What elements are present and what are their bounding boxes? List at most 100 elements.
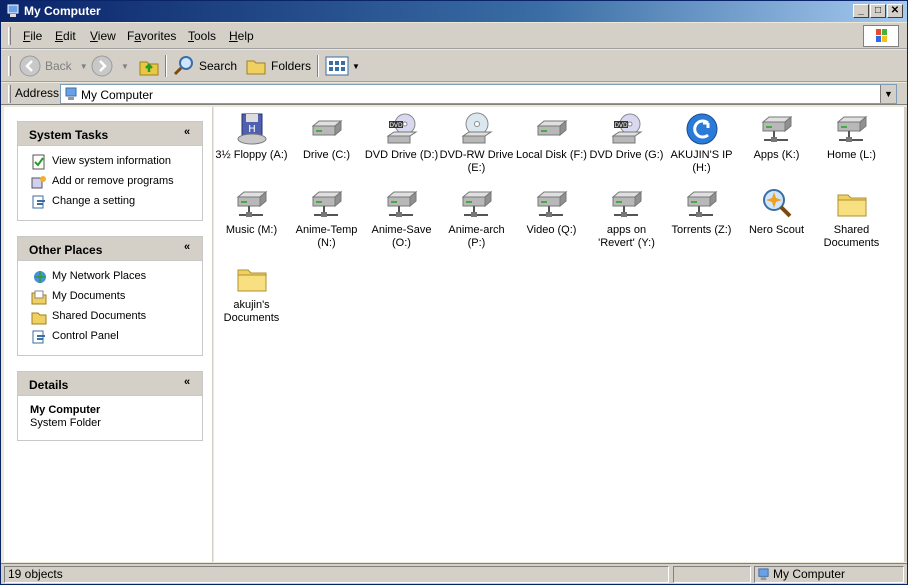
place-shared-documents[interactable]: Shared Documents	[18, 306, 202, 326]
status-bar: 19 objects My Computer	[1, 563, 907, 584]
network-drive-icon	[311, 190, 343, 217]
menu-favorites[interactable]: Favorites	[127, 29, 176, 43]
drive-item-label: DVD-RW Drive (E:)	[439, 149, 514, 174]
drive-item-label: apps on 'Revert' (Y:)	[598, 224, 655, 249]
toolbar-grip[interactable]	[8, 56, 11, 76]
drive-item[interactable]: apps on 'Revert' (Y:)	[589, 187, 664, 262]
explorer-window: My Computer _ □ ✕ File Edit View Favorit…	[0, 0, 908, 585]
details-panel: Details « My Computer System Folder	[17, 371, 203, 441]
drive-item[interactable]: Nero Scout	[739, 187, 814, 262]
network-drive-icon	[461, 190, 493, 217]
address-bar-grip[interactable]	[8, 85, 11, 103]
cd-drive-icon	[461, 112, 493, 144]
folder-icon	[837, 194, 867, 217]
task-pane: System Tasks « View system information A…	[4, 107, 213, 562]
place-my-documents[interactable]: My Documents	[18, 286, 202, 306]
control-panel-icon	[32, 330, 45, 344]
address-input[interactable]: My Computer ▼	[60, 84, 897, 104]
drive-item[interactable]: DVD DVD Drive (D:)	[364, 112, 439, 187]
minimize-button[interactable]: _	[853, 4, 869, 18]
drive-item[interactable]: Shared Documents	[814, 187, 889, 262]
menu-help[interactable]: Help	[229, 29, 254, 43]
windows-logo-icon	[863, 25, 899, 47]
network-places-icon	[34, 271, 46, 283]
content-edge	[904, 107, 907, 562]
drive-item[interactable]: Home (L:)	[814, 112, 889, 187]
drive-item-label: akujin's Documents	[223, 299, 280, 324]
network-drive-icon	[686, 190, 718, 217]
dvd-drive-icon: DVD	[611, 113, 643, 144]
views-button[interactable]: ▼	[325, 54, 360, 78]
drive-item[interactable]: Anime-Save (O:)	[364, 187, 439, 262]
drive-item[interactable]: Drive (C:)	[289, 112, 364, 187]
details-item-type: System Folder	[30, 417, 101, 429]
my-computer-icon	[65, 87, 77, 100]
title-bar[interactable]: My Computer _ □ ✕	[1, 1, 907, 22]
other-places-panel: Other Places « My Network Places My Docu…	[17, 236, 203, 356]
drive-item[interactable]: DVD-RW Drive (E:)	[439, 112, 514, 187]
address-dropdown-button[interactable]: ▼	[880, 85, 896, 103]
drive-item[interactable]: Local Disk (F:)	[514, 112, 589, 187]
drive-item-label: AKUJIN'S IP (H:)	[670, 149, 733, 174]
forward-dropdown-icon[interactable]: ▼	[121, 62, 129, 71]
drive-item[interactable]: Anime-arch (P:)	[439, 187, 514, 262]
forward-button[interactable]: ▼	[91, 54, 129, 78]
task-view-system-information[interactable]: View system information	[18, 151, 202, 171]
toolbar-separator	[317, 55, 319, 77]
system-tasks-header[interactable]: System Tasks «	[18, 122, 202, 146]
drive-item-label: DVD Drive (D:)	[364, 149, 439, 161]
drive-item-label: Torrents (Z:)	[671, 224, 732, 236]
place-control-panel[interactable]: Control Panel	[18, 326, 202, 346]
drive-item[interactable]: AKUJIN'S IP (H:)	[664, 112, 739, 187]
toolbar-separator	[165, 55, 167, 77]
drive-item[interactable]: akujin's Documents	[214, 262, 289, 337]
menu-view[interactable]: View	[90, 29, 116, 43]
menu-bar-grip[interactable]	[8, 27, 11, 45]
drive-item[interactable]: Apps (K:)	[739, 112, 814, 187]
network-drive-icon	[236, 190, 268, 217]
folder-icon	[31, 312, 47, 325]
address-label: Address	[15, 86, 60, 100]
drive-item[interactable]: DVD DVD Drive (G:)	[589, 112, 664, 187]
maximize-button[interactable]: □	[870, 4, 886, 18]
drive-item-label: Anime-arch (P:)	[448, 224, 505, 249]
dvd-drive-icon: DVD	[386, 113, 418, 144]
task-add-remove-programs[interactable]: Add or remove programs	[18, 171, 202, 191]
network-drive-icon	[536, 190, 568, 217]
address-bar: Address My Computer ▼	[1, 83, 907, 105]
drive-item[interactable]: H 3½ Floppy (A:)	[214, 112, 289, 187]
drive-list-view[interactable]: H 3½ Floppy (A:) Drive (C:) DVD DVD Drive (D…	[214, 107, 904, 562]
drive-item[interactable]: Torrents (Z:)	[664, 187, 739, 262]
menu-file[interactable]: File	[23, 29, 42, 43]
place-my-network-places[interactable]: My Network Places	[18, 266, 202, 286]
views-dropdown-icon[interactable]: ▼	[352, 62, 360, 71]
menu-edit[interactable]: Edit	[55, 29, 76, 43]
drive-item-label: Video (Q:)	[526, 224, 577, 236]
window-title: My Computer	[24, 4, 101, 18]
collapse-chevron-icon[interactable]: «	[180, 241, 194, 255]
back-button[interactable]: Back ▼	[19, 54, 88, 78]
drive-item-label: DVD Drive (G:)	[589, 149, 664, 161]
drive-item[interactable]: Music (M:)	[214, 187, 289, 262]
other-places-header[interactable]: Other Places «	[18, 237, 202, 261]
svg-text:DVD: DVD	[389, 122, 403, 129]
details-header[interactable]: Details «	[18, 372, 202, 396]
floppy-drive-icon: H	[237, 113, 267, 145]
task-change-setting[interactable]: Change a setting	[18, 191, 202, 211]
menu-bar: File Edit View Favorites Tools Help	[1, 23, 907, 49]
drive-item[interactable]: Anime-Temp (N:)	[289, 187, 364, 262]
collapse-chevron-icon[interactable]: «	[180, 126, 194, 140]
back-dropdown-icon[interactable]: ▼	[80, 62, 88, 71]
drive-item[interactable]: Video (Q:)	[514, 187, 589, 262]
menu-tools[interactable]: Tools	[188, 29, 216, 43]
folders-icon	[246, 60, 266, 75]
views-icon	[325, 56, 349, 76]
search-button[interactable]: Search	[173, 54, 237, 78]
folders-button[interactable]: Folders	[245, 54, 311, 78]
close-button[interactable]: ✕	[887, 4, 903, 18]
details-item-name: My Computer	[30, 404, 101, 416]
up-folder-button[interactable]	[138, 54, 160, 78]
collapse-chevron-icon[interactable]: «	[180, 376, 194, 390]
hard-drive-icon	[311, 119, 343, 137]
status-blank-cell	[673, 566, 751, 583]
